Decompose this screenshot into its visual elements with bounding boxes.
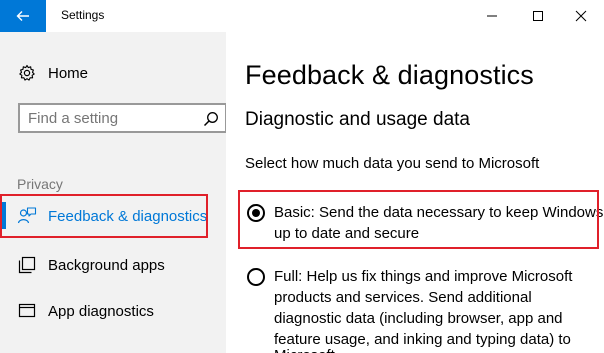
option-full-line2: products and services. Send additional [274,289,532,306]
background-apps-icon [17,255,37,275]
title-bar: Settings [0,0,604,33]
sidebar-item-app-diagnostics[interactable]: App diagnostics [0,292,226,330]
maximize-icon [533,11,543,21]
search-icon[interactable] [203,111,219,127]
minimize-icon [487,15,497,17]
app-diagnostics-icon [17,301,37,321]
sidebar-item-feedback-diagnostics[interactable]: Feedback & diagnostics [0,197,226,235]
option-basic-line2: up to date and secure [274,225,420,242]
feedback-diagnostics-label: Feedback & diagnostics [48,207,208,225]
data-prompt: Select how much data you send to Microso… [245,155,540,172]
back-button[interactable] [0,0,46,32]
radio-basic[interactable] [247,204,265,222]
window-title: Settings [61,8,105,22]
maximize-button[interactable] [515,0,561,32]
app-diagnostics-label: App diagnostics [48,302,154,320]
page-title: Feedback & diagnostics [245,60,534,90]
radio-basic-dot [252,209,260,217]
option-basic-line1: Basic: Send the data necessary to keep W… [274,204,604,221]
minimize-button[interactable] [469,0,515,32]
background-apps-label: Background apps [48,256,165,274]
option-full-line3: diagnostic data (including browser, app … [274,310,563,327]
sidebar-item-home[interactable]: Home [0,54,226,92]
section-title: Diagnostic and usage data [245,109,470,130]
sidebar-item-background-apps[interactable]: Background apps [0,246,226,284]
search-input[interactable] [28,109,198,127]
back-arrow-icon [16,11,29,21]
feedback-icon [17,206,37,226]
option-full-line5: Microsoft [274,346,335,353]
gear-icon [17,63,37,83]
search-box[interactable] [18,103,227,133]
home-label: Home [48,64,89,82]
close-button[interactable] [558,0,604,32]
option-full-line1: Full: Help us fix things and improve Mic… [274,268,573,285]
close-icon [575,10,587,22]
radio-full[interactable] [247,268,265,286]
section-label-privacy: Privacy [17,176,63,192]
